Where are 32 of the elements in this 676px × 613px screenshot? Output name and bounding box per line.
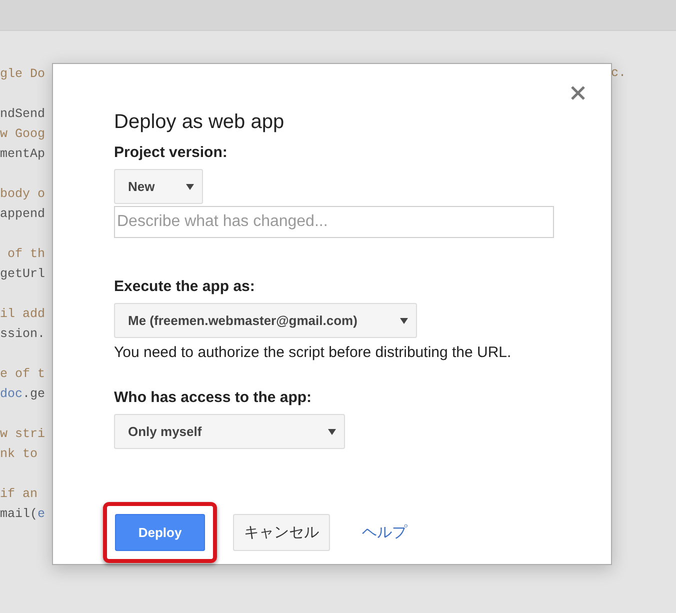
- close-icon[interactable]: [571, 86, 585, 100]
- caret-icon: [328, 428, 336, 434]
- description-field[interactable]: Describe what has changed...: [114, 206, 554, 238]
- code-line: getUrl: [0, 266, 46, 283]
- dropdown[interactable]: Only myself: [114, 414, 345, 449]
- field-label: Project version:: [114, 144, 228, 161]
- code-line: c.: [611, 65, 626, 82]
- code-line: if an: [0, 486, 38, 503]
- code-line: e of t: [0, 366, 46, 383]
- cancel-button[interactable]: キャンセル: [233, 514, 330, 551]
- code-line: of th: [6, 246, 46, 263]
- code-line: nk to: [0, 446, 38, 463]
- code-line: body o: [0, 186, 46, 203]
- code-line: mail(e: [0, 506, 46, 523]
- code-line: gle Do: [0, 66, 46, 83]
- field-label: Execute the app as:: [114, 278, 256, 295]
- code-line: doc.ge: [0, 386, 46, 403]
- help-link[interactable]: ヘルプ: [362, 523, 407, 541]
- code-line: ndSend: [0, 106, 46, 123]
- code-line: w Goog: [0, 126, 46, 143]
- field-label: Who has access to the app:: [114, 389, 313, 406]
- code-line: w stri: [0, 426, 46, 443]
- code-line: mentAp: [0, 146, 46, 163]
- dropdown[interactable]: Me (freemen.webmaster@gmail.com): [114, 303, 417, 338]
- code-line: append: [0, 206, 46, 223]
- auth-note: You need to authorize the script before distributing the URL.: [114, 344, 512, 361]
- code-line: il add: [0, 306, 46, 323]
- code-line: ssion.: [0, 326, 46, 343]
- dropdown[interactable]: New: [114, 169, 203, 204]
- caret-icon: [400, 318, 408, 324]
- dialog-title: Deploy as web app: [114, 111, 286, 134]
- caret-icon: [186, 184, 194, 190]
